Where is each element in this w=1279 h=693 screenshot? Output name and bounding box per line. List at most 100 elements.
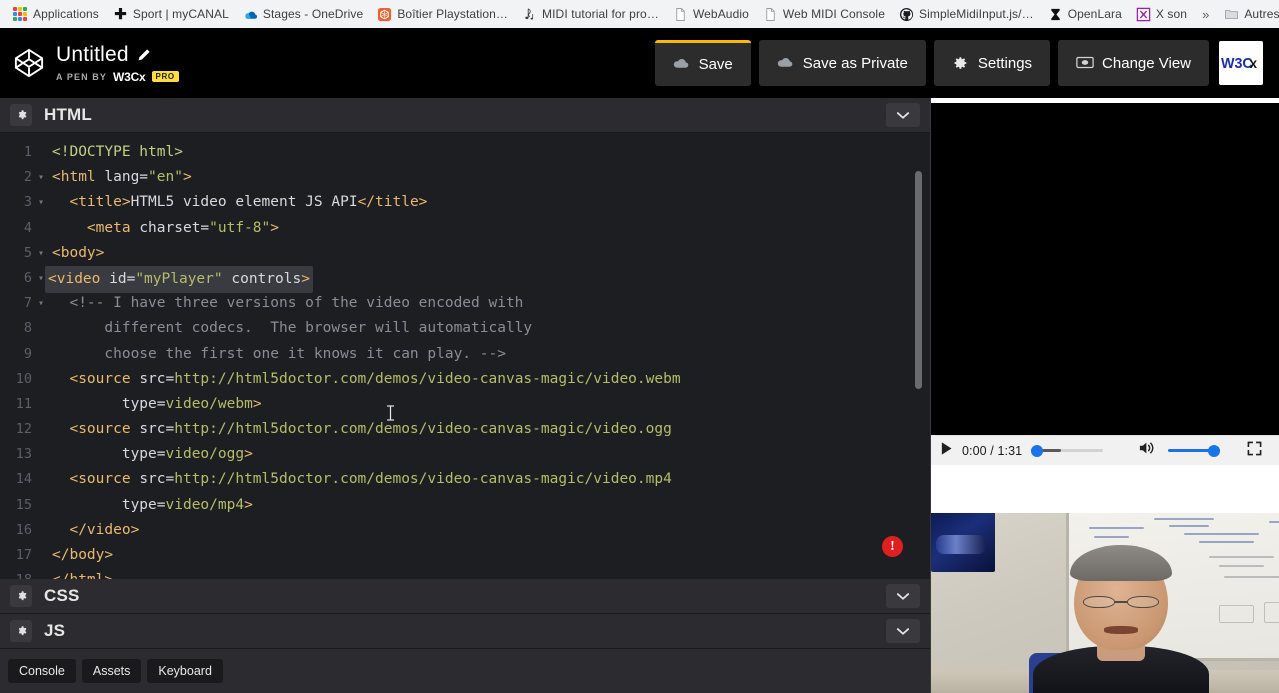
codepen-header: Untitled A PEN BY W3Cx PRO Save Save as … <box>0 28 1279 98</box>
chevron-down-icon[interactable] <box>886 103 920 127</box>
codepen-logo-icon[interactable] <box>14 48 44 78</box>
bookmark-label: Autres favoris <box>1244 7 1279 21</box>
line-number: 18 <box>0 568 34 579</box>
settings-button[interactable]: Settings <box>933 40 1051 86</box>
line-number: 12 <box>15 421 32 438</box>
editor-vertical-scrollbar[interactable] <box>915 171 922 389</box>
fold-toggle-icon[interactable]: ▾ <box>34 291 48 316</box>
code-line[interactable]: 9 choose the first one it knows it can p… <box>0 342 930 367</box>
bookmarks-overflow-button[interactable]: » <box>1194 7 1217 22</box>
code-text[interactable]: type=video/mp4> <box>48 493 253 518</box>
tab-keyboard[interactable]: Keyboard <box>147 659 223 683</box>
line-number: 14 <box>15 471 32 488</box>
bookmark-other-favorites[interactable]: Autres favoris <box>1217 4 1279 25</box>
gear-icon[interactable] <box>10 104 32 126</box>
code-text[interactable]: </html> <box>48 568 113 579</box>
bookmark-boitier-playstation[interactable]: Boîtier Playstation… <box>370 4 515 25</box>
byline-prefix: A PEN BY <box>56 71 107 82</box>
seek-knob[interactable] <box>1031 444 1044 457</box>
code-line[interactable]: 15 type=video/mp4> <box>0 493 930 518</box>
code-text[interactable]: <source src=http://html5doctor.com/demos… <box>48 367 680 392</box>
save-button[interactable]: Save <box>654 40 751 86</box>
bookmark-openlara[interactable]: OpenLara <box>1041 4 1129 25</box>
chevron-down-icon[interactable] <box>886 584 920 608</box>
code-line[interactable]: 2 ▾ <html lang="en"> <box>0 165 930 190</box>
code-text[interactable]: different codecs. The browser will autom… <box>48 316 532 341</box>
change-view-button-label: Change View <box>1102 54 1191 72</box>
browser-bookmarks-bar: Applications Sport | myCANAL Stages - On… <box>0 0 1279 28</box>
code-text[interactable]: </video> <box>48 518 139 543</box>
code-line[interactable]: 5 ▾ <body> <box>0 241 930 266</box>
change-view-button[interactable]: Change View <box>1058 40 1209 86</box>
code-line[interactable]: 1 <!DOCTYPE html> <box>0 140 930 165</box>
code-line[interactable]: 14 <source src=http://html5doctor.com/de… <box>0 467 930 492</box>
code-line[interactable]: 17 </body> <box>0 543 930 568</box>
error-badge[interactable]: ! <box>882 536 903 557</box>
code-line[interactable]: 7 ▾ <!-- I have three versions of the vid… <box>0 291 930 316</box>
code-line[interactable]: 13 type=video/ogg> <box>0 442 930 467</box>
code-line[interactable]: 16 </video> <box>0 518 930 543</box>
save-as-private-button[interactable]: Save as Private <box>758 40 926 86</box>
code-text[interactable]: </body> <box>48 543 113 568</box>
code-text[interactable]: <source src=http://html5doctor.com/demos… <box>48 417 671 442</box>
tab-console[interactable]: Console <box>8 659 76 683</box>
code-line[interactable]: 6 ▾ <video id="myPlayer" controls> <box>0 265 930 294</box>
code-text[interactable]: <title>HTML5 video element JS API</title… <box>48 190 427 215</box>
byline-username[interactable]: W3Cx <box>113 70 146 84</box>
pro-badge: PRO <box>151 71 179 82</box>
onedrive-cloud-icon <box>243 7 258 22</box>
view-rect-icon <box>1076 55 1094 72</box>
preview-blank-area <box>931 465 1279 513</box>
code-text[interactable]: <source src=http://html5doctor.com/demos… <box>48 467 671 492</box>
bookmark-simplemidiinput[interactable]: SimpleMidiInput.js/… <box>892 4 1041 25</box>
fullscreen-icon[interactable] <box>1247 441 1262 461</box>
tab-assets[interactable]: Assets <box>81 659 142 683</box>
video-element[interactable] <box>931 103 1279 435</box>
code-text[interactable]: choose the first one it knows it can pla… <box>48 342 506 367</box>
bookmark-webaudio[interactable]: WebAudio <box>666 4 756 25</box>
fold-toggle-icon[interactable]: ▾ <box>34 165 48 190</box>
bookmark-applications[interactable]: Applications <box>6 4 106 25</box>
code-line[interactable]: 12 <source src=http://html5doctor.com/de… <box>0 417 930 442</box>
code-text[interactable]: type=video/ogg> <box>48 442 253 467</box>
volume-high-icon[interactable] <box>1138 440 1157 461</box>
fold-toggle-icon[interactable]: ▾ <box>34 190 48 215</box>
panel-title-html: HTML <box>44 105 93 124</box>
volume-knob[interactable] <box>1208 444 1221 457</box>
code-text[interactable]: <html lang="en"> <box>48 165 192 190</box>
code-line[interactable]: 8 different codecs. The browser will aut… <box>0 316 930 341</box>
code-text[interactable]: <video id="myPlayer" controls> <box>45 265 313 294</box>
html-code-editor[interactable]: 1 <!DOCTYPE html> 2 ▾ <html lang="en"> 3 ▾ <ti… <box>0 133 930 579</box>
bookmark-midi-tutorial[interactable]: MIDI tutorial for pro… <box>515 4 666 25</box>
pencil-icon[interactable] <box>137 48 151 62</box>
save-button-label: Save <box>698 56 733 73</box>
editor-bottom-bar: Console Assets Keyboard <box>0 649 930 693</box>
code-line[interactable]: 3 ▾ <title>HTML5 video element JS API</ti… <box>0 190 930 215</box>
w3cx-brand-logo[interactable]: W3C x <box>1219 41 1263 85</box>
bookmark-x-son[interactable]: X son <box>1129 4 1194 25</box>
chevron-down-icon[interactable] <box>886 619 920 643</box>
code-text[interactable]: <body> <box>48 241 104 266</box>
bookmark-stages-onedrive[interactable]: Stages - OneDrive <box>236 4 370 25</box>
gear-icon[interactable] <box>10 620 32 642</box>
seek-slider[interactable] <box>1031 444 1104 458</box>
pen-title-block: Untitled A PEN BY W3Cx PRO <box>56 43 179 84</box>
code-text[interactable]: <!-- I have three versions of the video … <box>48 291 523 316</box>
volume-slider[interactable] <box>1168 444 1221 458</box>
code-line[interactable]: 11 type=video/webm> <box>0 392 930 417</box>
gear-icon[interactable] <box>10 585 32 607</box>
bookmark-sport-mycanal[interactable]: Sport | myCANAL <box>106 4 236 25</box>
panel-header-js[interactable]: JS <box>0 614 930 649</box>
code-line[interactable]: 18 </html> <box>0 568 930 579</box>
code-text[interactable]: <!DOCTYPE html> <box>48 140 183 165</box>
line-number: 3 <box>23 194 32 211</box>
fold-toggle-icon[interactable]: ▾ <box>34 241 48 266</box>
code-text[interactable]: <meta charset="utf-8"> <box>48 216 279 241</box>
code-line[interactable]: 4 <meta charset="utf-8"> <box>0 216 930 241</box>
code-lines[interactable]: 1 <!DOCTYPE html> 2 ▾ <html lang="en"> 3 ▾ <ti… <box>0 140 930 579</box>
panel-header-css[interactable]: CSS <box>0 579 930 614</box>
bookmark-web-midi-console[interactable]: Web MIDI Console <box>756 4 892 25</box>
code-text[interactable]: type=video/webm> <box>48 392 262 417</box>
code-line[interactable]: 10 <source src=http://html5doctor.com/de… <box>0 367 930 392</box>
play-icon[interactable] <box>940 441 953 461</box>
